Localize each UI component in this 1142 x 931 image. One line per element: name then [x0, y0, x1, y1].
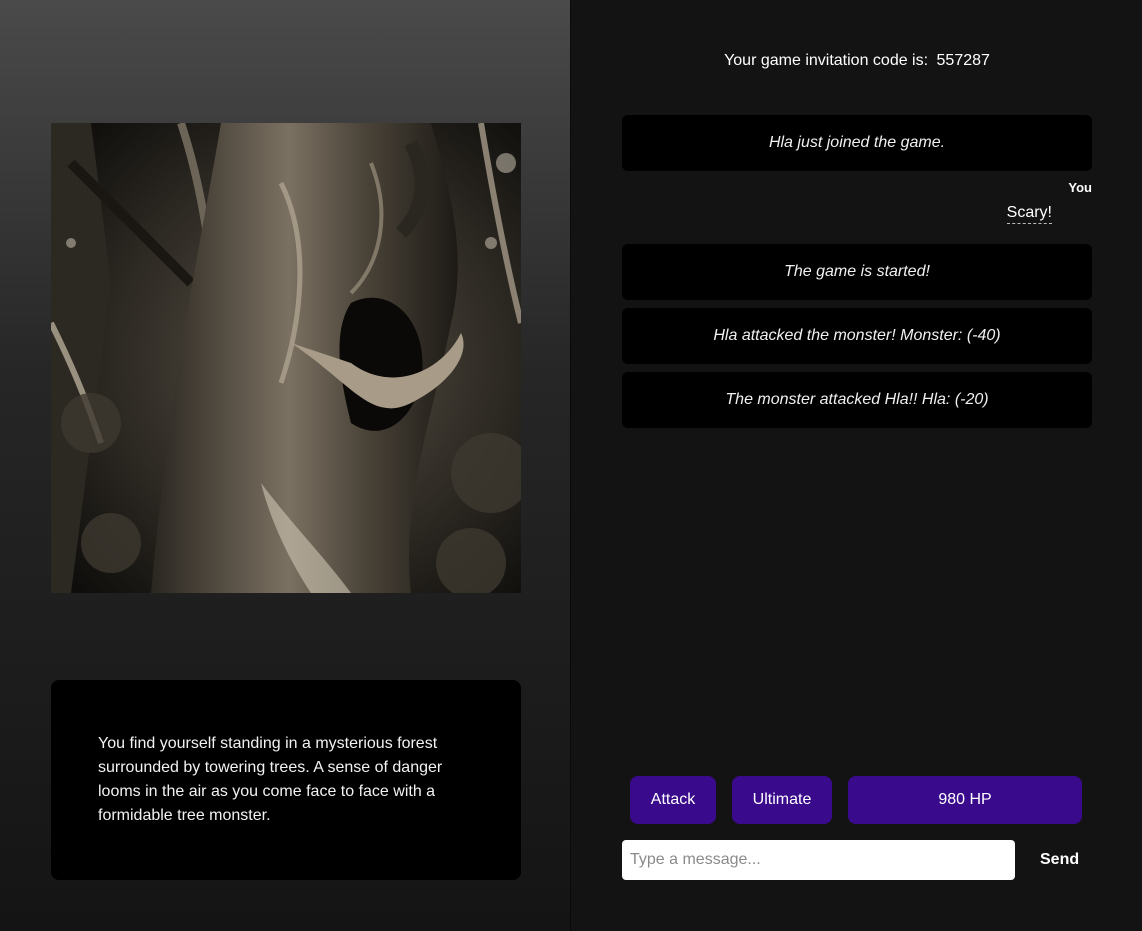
- attack-button[interactable]: Attack: [630, 776, 716, 824]
- message-author: You: [1068, 180, 1092, 195]
- left-panel: You find yourself standing in a mysterio…: [0, 0, 571, 931]
- system-message-text: Hla just joined the game.: [768, 134, 946, 151]
- system-message: Hla attacked the monster! Monster: (-40): [622, 308, 1092, 364]
- invitation-label: Your game invitation code is:: [724, 52, 929, 69]
- invitation-banner: Your game invitation code is: 557287: [572, 52, 1142, 70]
- right-panel: Your game invitation code is: 557287 Hla…: [572, 0, 1142, 931]
- system-message: The monster attacked Hla!! Hla: (-20): [622, 372, 1092, 428]
- message-input[interactable]: [622, 840, 1015, 880]
- system-message-text: Hla attacked the monster! Monster: (-40): [713, 327, 1001, 344]
- message-text: Scary!: [1006, 204, 1052, 224]
- story-text: You find yourself standing in a mysterio…: [98, 735, 443, 824]
- hp-indicator: 980 HP: [848, 776, 1082, 824]
- system-message: The game is started!: [622, 244, 1092, 300]
- story-text-box: You find yourself standing in a mysterio…: [51, 680, 521, 880]
- invitation-code: 557287: [936, 52, 990, 69]
- system-message: Hla just joined the game.: [622, 115, 1092, 171]
- tree-monster-illustration: [51, 123, 521, 593]
- user-message: You Scary!: [1006, 180, 1092, 224]
- ultimate-button[interactable]: Ultimate: [732, 776, 832, 824]
- send-button[interactable]: Send: [1034, 840, 1080, 880]
- system-message-text: The monster attacked Hla!! Hla: (-20): [725, 391, 989, 408]
- system-message-text: The game is started!: [784, 263, 930, 280]
- scene-image: [51, 123, 521, 593]
